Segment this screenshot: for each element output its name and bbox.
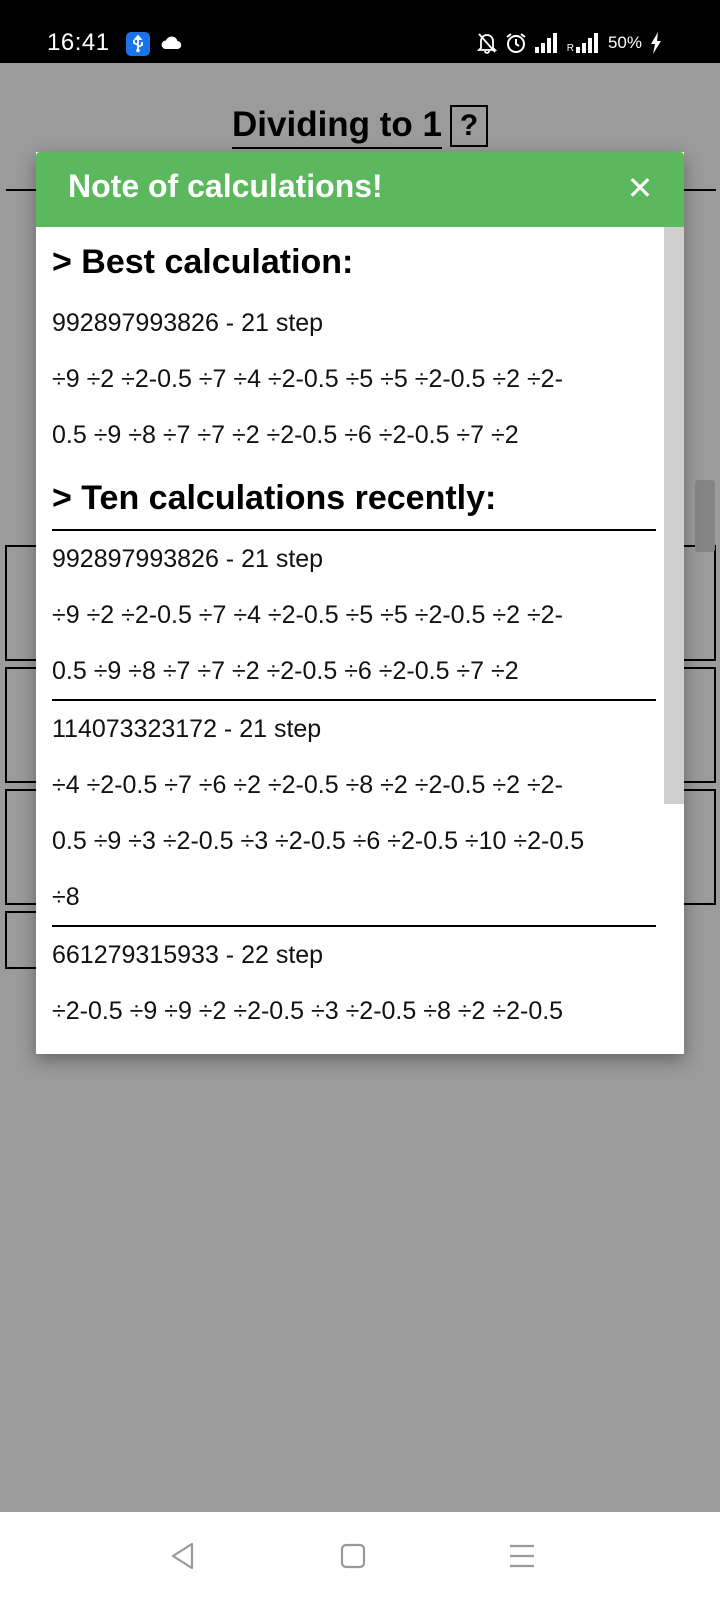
- status-right-icons: R 50%: [476, 30, 662, 56]
- status-time: 16:41: [47, 29, 110, 56]
- board-cell[interactable]: [682, 545, 716, 661]
- back-icon[interactable]: [170, 1542, 196, 1575]
- calc-line: 992897993826 - 21 step: [52, 545, 324, 573]
- calc-line: ÷9 ÷2 ÷2-0.5 ÷7 ÷4 ÷2-0.5 ÷5 ÷5 ÷2-0.5 ÷…: [52, 365, 563, 393]
- calc-line: 114073323172 - 21 step: [52, 715, 322, 743]
- header-divider-left: [6, 189, 38, 191]
- modal-body[interactable]: > Best calculation: 992897993826 - 21 st…: [36, 227, 684, 1054]
- board-cell[interactable]: [5, 911, 39, 969]
- modal-scrollbar[interactable]: [664, 227, 684, 804]
- mute-bell-icon: [476, 32, 497, 54]
- best-calculation-heading: > Best calculation:: [52, 243, 354, 281]
- calculations-modal: Note of calculations! ✕ > Best calculati…: [36, 152, 684, 1054]
- recent-entry: 661279315933 - 22 step ÷2-0.5 ÷9 ÷9 ÷2 ÷…: [52, 927, 656, 1054]
- board-cell[interactable]: [682, 667, 716, 783]
- calc-line: ÷2 ÷2-0.5 ÷6 ÷2-0.5 ÷10 ÷2 ÷2-0.5 ÷9 ÷5 …: [52, 1039, 656, 1054]
- cloud-icon: [160, 34, 182, 55]
- calc-line: 992897993826 - 21 step: [52, 309, 324, 337]
- calc-line: ÷2-0.5 ÷9 ÷9 ÷2 ÷2-0.5 ÷3 ÷2-0.5 ÷8 ÷2 ÷…: [52, 997, 564, 1025]
- help-button[interactable]: ?: [450, 105, 488, 147]
- calc-line: ÷9 ÷2 ÷2-0.5 ÷7 ÷4 ÷2-0.5 ÷5 ÷5 ÷2-0.5 ÷…: [52, 601, 563, 629]
- home-icon[interactable]: [340, 1542, 366, 1575]
- battery-level: 50%: [607, 33, 642, 52]
- recent-entry: 992897993826 - 21 step ÷9 ÷2 ÷2-0.5 ÷7 ÷…: [52, 531, 656, 701]
- header-divider-right: [684, 189, 716, 191]
- calc-line: 0.5 ÷9 ÷3 ÷2-0.5 ÷3 ÷2-0.5 ÷6 ÷2-0.5 ÷10…: [52, 827, 585, 855]
- board-cell[interactable]: [682, 789, 716, 905]
- calc-line: ÷4 ÷2-0.5 ÷7 ÷6 ÷2 ÷2-0.5 ÷8 ÷2 ÷2-0.5 ÷…: [52, 771, 563, 799]
- board-cell[interactable]: [5, 667, 39, 783]
- roaming-signal-icon: [575, 33, 600, 53]
- modal-content: > Best calculation: 992897993826 - 21 st…: [52, 227, 656, 1054]
- calc-line: ÷8: [52, 883, 80, 911]
- status-bar: 16:41 R 50%: [0, 0, 720, 63]
- signal-icon: [534, 33, 559, 53]
- navigation-bar: [0, 1512, 720, 1600]
- board-cell[interactable]: [5, 545, 39, 661]
- recent-entry: 114073323172 - 21 step ÷4 ÷2-0.5 ÷7 ÷6 ÷…: [52, 701, 656, 927]
- calc-line: 0.5 ÷9 ÷8 ÷7 ÷7 ÷2 ÷2-0.5 ÷6 ÷2-0.5 ÷7 ÷…: [52, 657, 519, 685]
- close-icon[interactable]: ✕: [626, 170, 654, 206]
- menu-icon[interactable]: [508, 1542, 536, 1575]
- roaming-indicator: R: [566, 42, 574, 54]
- board-cell[interactable]: [5, 789, 39, 905]
- calc-line: 661279315933 - 22 step: [52, 941, 324, 969]
- usb-icon: [126, 32, 150, 56]
- recent-calculations-heading: > Ten calculations recently:: [52, 463, 656, 531]
- app-header: Dividing to 1 ?: [0, 103, 720, 149]
- charging-icon: [650, 32, 662, 54]
- modal-header: Note of calculations! ✕: [36, 152, 684, 227]
- alarm-icon: [505, 32, 527, 54]
- page-scrollbar-thumb[interactable]: [695, 480, 715, 552]
- page-title: Dividing to 1: [232, 103, 442, 149]
- calc-line: 0.5 ÷9 ÷8 ÷7 ÷7 ÷2 ÷2-0.5 ÷6 ÷2-0.5 ÷7 ÷…: [52, 421, 519, 449]
- modal-title: Note of calculations!: [68, 168, 383, 204]
- best-calculation: 992897993826 - 21 step ÷9 ÷2 ÷2-0.5 ÷7 ÷…: [52, 295, 656, 463]
